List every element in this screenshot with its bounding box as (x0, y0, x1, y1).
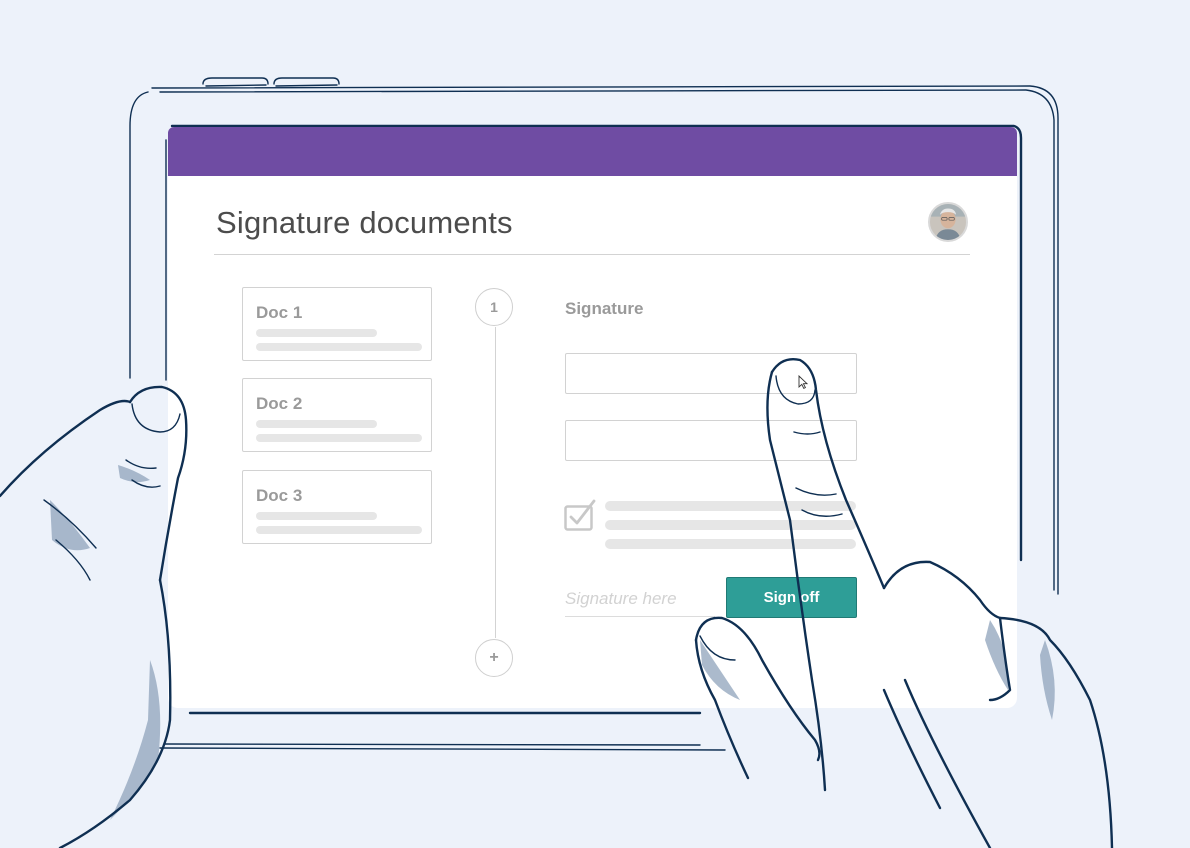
avatar-photo (930, 204, 966, 240)
header-divider (214, 254, 970, 255)
left-hand-shadow (50, 500, 90, 551)
checkbox-checked-icon[interactable] (564, 499, 598, 531)
doc-card-1[interactable]: Doc 1 (242, 287, 432, 361)
tablet-screen: Signature documents Doc 1 Doc 2 Doc 3 1 … (168, 127, 1017, 708)
consent-text-bar (605, 539, 856, 549)
signature-field-2[interactable] (565, 420, 857, 461)
doc-card-3[interactable]: Doc 3 (242, 470, 432, 544)
app-header-bar (168, 127, 1017, 176)
user-avatar[interactable] (928, 202, 968, 242)
scene: Signature documents Doc 1 Doc 2 Doc 3 1 … (0, 0, 1190, 848)
mouse-pointer-icon (798, 375, 808, 389)
text-placeholder-bar (256, 434, 422, 442)
right-knuckle-shadow (1040, 640, 1055, 720)
signature-underline (565, 616, 715, 617)
left-finger-line (43, 499, 97, 581)
doc-card-2[interactable]: Doc 2 (242, 378, 432, 452)
text-placeholder-bar (256, 512, 377, 520)
sign-off-button[interactable]: Sign off (726, 577, 857, 618)
text-placeholder-bar (256, 343, 422, 351)
left-wrist (58, 578, 172, 848)
doc-card-label: Doc 3 (256, 486, 303, 505)
text-placeholder-bar (256, 526, 422, 534)
signature-input[interactable]: Signature here (565, 589, 677, 609)
consent-text-bar (605, 501, 856, 511)
consent-text-bar (605, 520, 856, 530)
signature-field-1[interactable] (565, 353, 857, 394)
page-title: Signature documents (216, 205, 513, 240)
left-knuckle (125, 459, 161, 488)
left-thumb-shadow (118, 465, 150, 483)
text-placeholder-bar (256, 420, 377, 428)
add-step-button[interactable]: + (475, 639, 513, 677)
stepper-line (495, 327, 496, 638)
left-palm-shadow (110, 660, 161, 820)
step-1-indicator[interactable]: 1 (475, 288, 513, 326)
left-hand-outline (0, 399, 132, 498)
signature-section-title: Signature (565, 299, 644, 318)
doc-card-label: Doc 1 (256, 303, 303, 322)
text-placeholder-bar (256, 329, 377, 337)
doc-card-label: Doc 2 (256, 394, 303, 413)
